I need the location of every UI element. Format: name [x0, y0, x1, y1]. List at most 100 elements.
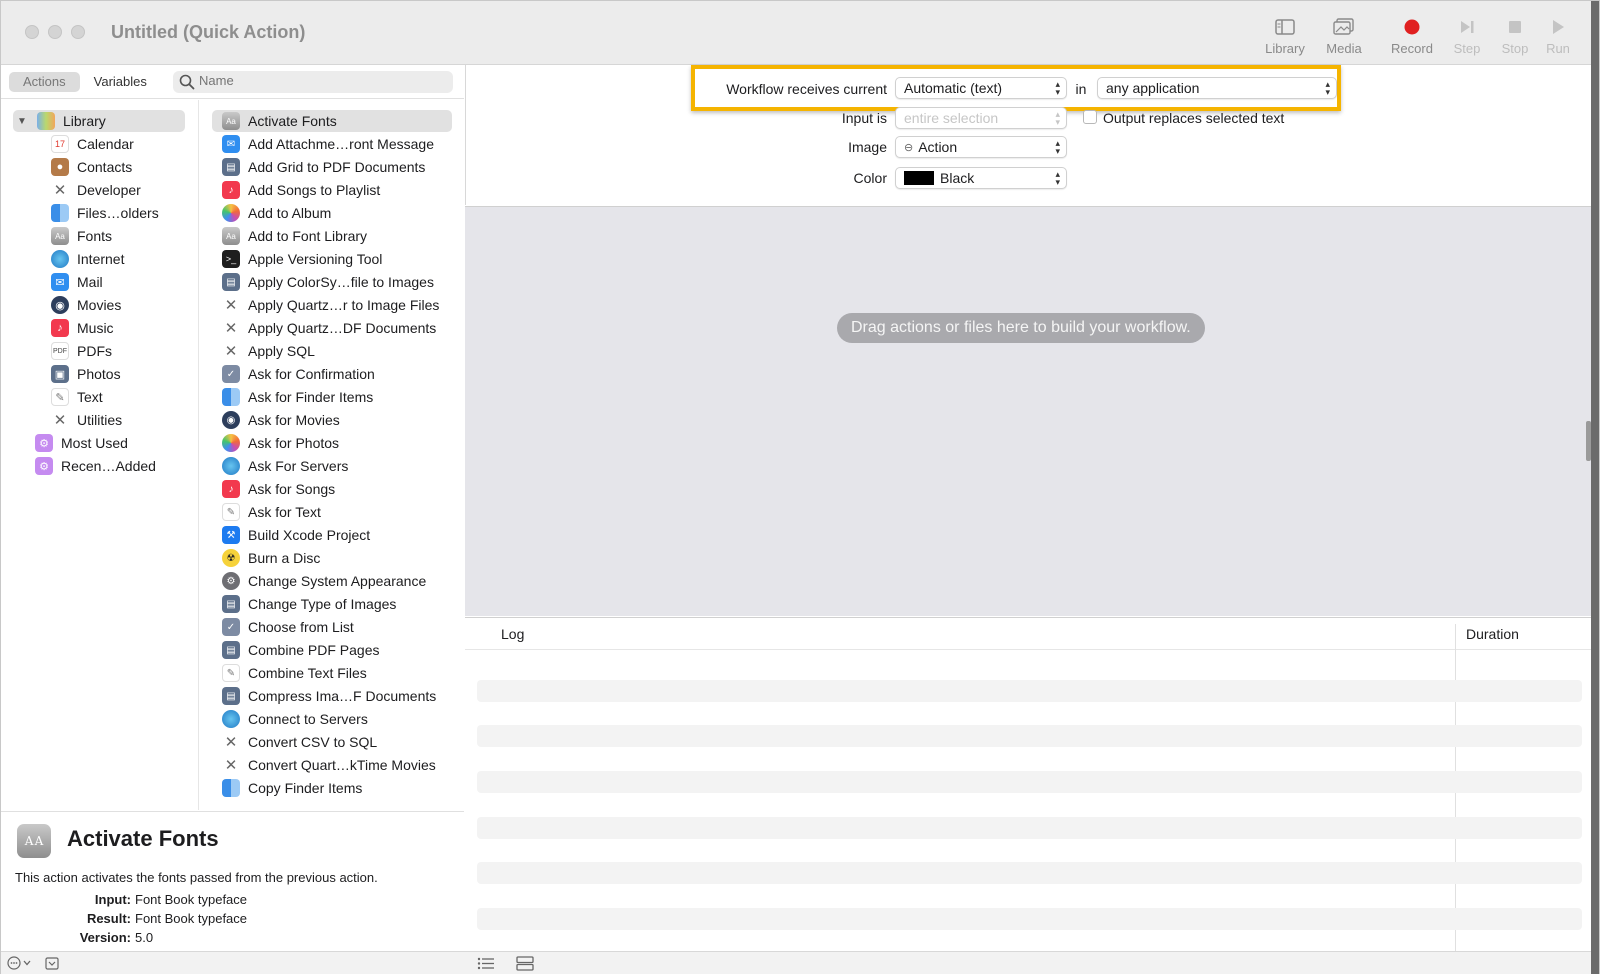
image-label: Image [848, 139, 887, 155]
sidebar-item-utilities[interactable]: ✕ Utilities [51, 409, 122, 431]
list-item[interactable]: ✓ Choose from List [212, 616, 452, 638]
photos-icon [222, 434, 240, 452]
color-popup[interactable]: Black ▴ ▾ [895, 167, 1067, 189]
list-item[interactable]: Aa Activate Fonts [212, 110, 452, 132]
record-toolbar-button[interactable]: Record [1382, 15, 1442, 61]
list-item[interactable]: ✎ Combine Text Files [212, 662, 452, 684]
sidebar-item-recently-added[interactable]: ⚙ Recen…Added [35, 455, 156, 477]
list-item[interactable]: ♪ Add Songs to Playlist [212, 179, 452, 201]
minimize-window-button[interactable] [48, 25, 62, 39]
action-menu-icon[interactable] [7, 956, 37, 973]
list-item[interactable]: ✓ Ask for Confirmation [212, 363, 452, 385]
utilities-icon: ✕ [53, 412, 67, 429]
media-toolbar-button[interactable]: Media [1314, 15, 1374, 61]
table-row [477, 908, 1582, 930]
list-item[interactable]: ✎ Ask for Text [212, 501, 452, 523]
list-item[interactable]: ♪ Ask for Songs [212, 478, 452, 500]
list-view-icon[interactable] [477, 957, 495, 973]
fonts-icon: Aa [222, 227, 240, 245]
list-item[interactable]: ⚒ Build Xcode Project [212, 524, 452, 546]
sidebar-item-library[interactable]: ▼ Library [13, 110, 185, 132]
list-item[interactable]: Ask for Finder Items [212, 386, 452, 408]
list-item[interactable]: ▤ Apply ColorSy…file to Images [212, 271, 452, 293]
close-window-button[interactable] [25, 25, 39, 39]
actions-variables-segmented-control: Actions Variables [9, 72, 161, 92]
sidebar-item-music[interactable]: ♪ Music [51, 317, 114, 339]
list-item[interactable]: Add to Album [212, 202, 452, 224]
popup-arrows-icon: ▴ ▾ [1055, 79, 1060, 97]
sidebar-item-pdfs[interactable]: PDF PDFs [51, 340, 112, 362]
sidebar-item-most-used[interactable]: ⚙ Most Used [35, 432, 128, 454]
list-item[interactable]: ▤ Combine PDF Pages [212, 639, 452, 661]
duration-column-header[interactable]: Duration [1466, 626, 1519, 642]
input-is-popup[interactable]: entire selection ▴ ▾ [895, 107, 1067, 129]
sidebar-item-fonts[interactable]: Aa Fonts [51, 225, 112, 247]
sidebar-item-calendar[interactable]: 17 Calendar [51, 133, 134, 155]
description-toggle-icon[interactable] [45, 957, 59, 973]
list-item[interactable]: Ask For Servers [212, 455, 452, 477]
system-preferences-icon: ⚙ [222, 572, 240, 590]
action-label: Ask for Movies [248, 412, 340, 428]
list-item[interactable]: ✕ Apply Quartz…r to Image Files [212, 294, 452, 316]
list-item[interactable]: ▤ Compress Ima…F Documents [212, 685, 452, 707]
list-item[interactable]: ✕ Apply Quartz…DF Documents [212, 317, 452, 339]
window-title: Untitled (Quick Action) [111, 22, 306, 42]
image-popup[interactable]: ⊖ Action ▴ ▾ [895, 136, 1067, 158]
list-item[interactable]: ✉ Add Attachme…ront Message [212, 133, 452, 155]
contacts-icon: ● [51, 158, 69, 176]
sidebar-item-label: Most Used [61, 435, 128, 451]
sidebar-item-developer[interactable]: ✕ Developer [51, 179, 141, 201]
action-label: Add Songs to Playlist [248, 182, 381, 198]
smart-folder-icon: ⚙ [35, 457, 53, 475]
action-label: Ask for Confirmation [248, 366, 375, 382]
list-item[interactable]: ▤ Add Grid to PDF Documents [212, 156, 452, 178]
list-item[interactable]: Connect to Servers [212, 708, 452, 730]
popup-arrows-icon: ▴ ▾ [1055, 109, 1060, 127]
sidebar-item-movies[interactable]: ◉ Movies [51, 294, 121, 316]
list-item[interactable]: ✕ Convert CSV to SQL [212, 731, 452, 753]
list-item[interactable]: ◉ Ask for Movies [212, 409, 452, 431]
zoom-window-button[interactable] [71, 25, 85, 39]
application-popup[interactable]: any application ▴ ▾ [1097, 77, 1337, 99]
disclosure-triangle-icon[interactable]: ▼ [17, 116, 31, 127]
list-item[interactable]: Ask for Photos [212, 432, 452, 454]
library-icon [37, 112, 55, 130]
workflow-canvas[interactable]: Drag actions or files here to build your… [465, 206, 1593, 616]
list-item[interactable]: Aa Add to Font Library [212, 225, 452, 247]
sidebar-item-text[interactable]: ✎ Text [51, 386, 103, 408]
search-input[interactable] [199, 73, 439, 88]
output-replaces-checkbox[interactable] [1083, 110, 1097, 124]
list-item[interactable]: ☢ Burn a Disc [212, 547, 452, 569]
movies-icon: ◉ [51, 296, 69, 314]
sidebar-item-internet[interactable]: Internet [51, 248, 124, 270]
sidebar-item-label: Calendar [77, 136, 134, 152]
search-field[interactable] [173, 71, 453, 93]
list-item[interactable]: ✕ Convert Quart…kTime Movies [212, 754, 452, 776]
tab-variables[interactable]: Variables [80, 72, 161, 92]
application-value: any application [1106, 80, 1200, 96]
action-label: Choose from List [248, 619, 354, 635]
split-view-icon[interactable] [516, 956, 534, 974]
sidebar-item-contacts[interactable]: ● Contacts [51, 156, 132, 178]
log-column-header[interactable]: Log [501, 626, 524, 642]
list-item[interactable]: Copy Finder Items [212, 777, 452, 799]
list-item[interactable]: ✕ Apply SQL [212, 340, 452, 362]
internet-icon [222, 710, 240, 728]
action-label: Apply Quartz…DF Documents [248, 320, 437, 336]
input-is-label: Input is [841, 110, 887, 126]
sidebar-item-files-folders[interactable]: Files…olders [51, 202, 159, 224]
list-item[interactable]: >_ Apple Versioning Tool [212, 248, 452, 270]
sidebar-item-photos[interactable]: ▣ Photos [51, 363, 121, 385]
run-toolbar-button[interactable]: Run [1528, 15, 1588, 61]
sidebar-item-mail[interactable]: ✉ Mail [51, 271, 103, 293]
workflow-receives-popup[interactable]: Automatic (text) ▴ ▾ [895, 77, 1067, 99]
media-icon [1314, 15, 1374, 39]
action-label: Add to Font Library [248, 228, 368, 244]
list-item[interactable]: ▤ Change Type of Images [212, 593, 452, 615]
action-label: Ask for Text [248, 504, 321, 520]
action-label: Change System Appearance [248, 573, 427, 589]
list-item[interactable]: ⚙ Change System Appearance [212, 570, 452, 592]
library-toolbar-button[interactable]: Library [1255, 15, 1315, 61]
tab-actions[interactable]: Actions [9, 72, 80, 92]
action-label: Apply SQL [248, 343, 315, 359]
